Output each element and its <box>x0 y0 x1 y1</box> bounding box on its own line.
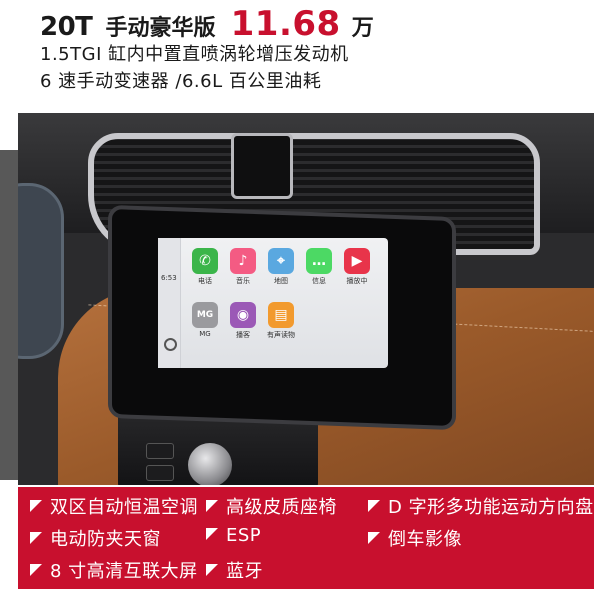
feature-item: 高级皮质座椅 <box>206 493 337 519</box>
clock-text: 6:53 <box>161 274 177 282</box>
app-podcasts[interactable]: ◉ 播客 <box>226 302 260 340</box>
bullet-icon <box>30 532 42 544</box>
app-label: 电话 <box>198 277 212 285</box>
control-button <box>146 443 174 459</box>
price-value: 11.68 <box>230 4 341 44</box>
feature-label: 倒车影像 <box>388 529 462 550</box>
feature-label: 电动防夹天窗 <box>50 529 161 550</box>
bullet-icon <box>30 564 42 576</box>
app-label: MG <box>199 330 211 338</box>
feature-label: 高级皮质座椅 <box>226 497 337 518</box>
infotainment-screen: 6:53 ✆ 电话 ♪ 音乐 ⌖ 地图 … 信息 ▶ 播放中 MG MG ◉ 播客 ▤ 有声读物 <box>158 238 388 368</box>
feature-item: ESP <box>206 525 261 546</box>
app-label: 播客 <box>236 331 250 339</box>
app-now-playing[interactable]: ▶ 播放中 <box>340 248 374 286</box>
header: 20T 手动豪华版 11.68 万 1.5TGI 缸内中置直喷涡轮增压发动机 6… <box>0 0 594 110</box>
app-label: 地图 <box>274 277 288 285</box>
mg-icon: MG <box>192 302 218 328</box>
volume-knob <box>188 443 232 485</box>
now-playing-icon: ▶ <box>344 248 370 274</box>
feature-item: D 字形多功能运动方向盘 <box>368 493 594 519</box>
app-messages[interactable]: … 信息 <box>302 248 336 286</box>
trim-name: 手动豪华版 <box>105 16 216 41</box>
center-vent <box>231 133 293 199</box>
model-name: 20T <box>40 12 93 42</box>
features-panel: 双区自动恒温空调 电动防夹天窗 8 寸高清互联大屏 高级皮质座椅 ESP 蓝牙 D 字形多功… <box>18 487 594 589</box>
feature-item: 电动防夹天窗 <box>30 525 161 551</box>
audiobooks-icon: ▤ <box>268 302 294 328</box>
feature-item: 蓝牙 <box>206 557 263 583</box>
bullet-icon <box>206 564 218 576</box>
bullet-icon <box>206 500 218 512</box>
transmission-spec: 6 速手动变速器 /6.6L 百公里油耗 <box>40 71 322 92</box>
bullet-icon <box>30 500 42 512</box>
control-button <box>146 465 174 481</box>
app-audiobooks[interactable]: ▤ 有声读物 <box>264 302 298 340</box>
app-label: 有声读物 <box>267 331 295 339</box>
feature-item: 8 寸高清互联大屏 <box>30 557 198 583</box>
feature-label: D 字形多功能运动方向盘 <box>388 497 594 518</box>
title-line: 20T 手动豪华版 11.68 万 <box>40 4 374 44</box>
interior-photo: 6:53 ✆ 电话 ♪ 音乐 ⌖ 地图 … 信息 ▶ 播放中 MG MG ◉ 播客 ▤ 有声读物 <box>18 113 594 485</box>
bullet-icon <box>368 500 380 512</box>
feature-item: 倒车影像 <box>368 525 462 551</box>
app-label: 音乐 <box>236 277 250 285</box>
feature-label: 8 寸高清互联大屏 <box>50 561 198 582</box>
music-icon: ♪ <box>230 248 256 274</box>
bullet-icon <box>206 528 218 540</box>
feature-item: 双区自动恒温空调 <box>30 493 198 519</box>
bullet-icon <box>368 532 380 544</box>
phone-icon: ✆ <box>192 248 218 274</box>
home-button-icon[interactable] <box>164 338 177 351</box>
app-music[interactable]: ♪ 音乐 <box>226 248 260 286</box>
price-unit: 万 <box>351 16 374 41</box>
app-phone[interactable]: ✆ 电话 <box>188 248 222 286</box>
engine-spec: 1.5TGI 缸内中置直喷涡轮增压发动机 <box>40 44 349 65</box>
app-label: 信息 <box>312 277 326 285</box>
feature-label: 双区自动恒温空调 <box>50 497 198 518</box>
podcasts-icon: ◉ <box>230 302 256 328</box>
feature-label: ESP <box>226 525 262 546</box>
feature-label: 蓝牙 <box>226 561 263 582</box>
app-maps[interactable]: ⌖ 地图 <box>264 248 298 286</box>
instrument-cluster <box>18 183 64 359</box>
screen-sidebar: 6:53 <box>158 238 181 368</box>
app-label: 播放中 <box>346 277 368 285</box>
maps-icon: ⌖ <box>268 248 294 274</box>
app-mg[interactable]: MG MG <box>188 302 222 338</box>
messages-icon: … <box>306 248 332 274</box>
side-accent-bar <box>0 150 18 480</box>
